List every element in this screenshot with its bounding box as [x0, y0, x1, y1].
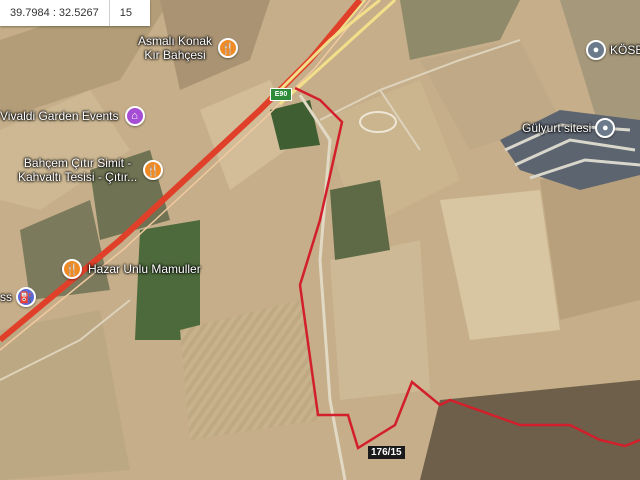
location-pin-icon[interactable]: ● — [586, 40, 606, 60]
parcel-label: 176/15 — [368, 446, 405, 459]
poi-label: KÖSE — [610, 43, 640, 57]
poi-kose[interactable]: ● KÖSE — [586, 40, 640, 60]
poi-bahcem-citir[interactable]: Bahçem Çıtır Simit - Kahvaltı Tesisi - Ç… — [18, 156, 164, 184]
event-venue-icon[interactable]: ⌂ — [124, 106, 145, 126]
poi-asmali-konak[interactable]: Asmalı Konak Kır Bahçesi 🍴 — [138, 34, 239, 62]
poi-gulyurt-sitesi[interactable]: Gülyurt sitesi ● — [522, 118, 616, 138]
satellite-map[interactable] — [0, 0, 640, 480]
poi-label: Bahçem Çıtır Simit - Kahvaltı Tesisi - Ç… — [18, 156, 137, 184]
coordinate-value: 39.7984 : 32.5267 — [10, 7, 99, 19]
location-pin-icon[interactable]: ● — [595, 118, 616, 138]
coordinate-readout: 39.7984 : 32.5267 15 — [0, 0, 150, 26]
poi-vivaldi-garden[interactable]: Vivaldi Garden Events ⌂ — [0, 106, 145, 126]
poi-gas-station[interactable]: ss ⛽ — [0, 287, 36, 307]
poi-label-line: Bahçem Çıtır Simit - — [23, 156, 132, 170]
poi-label: Gülyurt sitesi — [522, 121, 592, 135]
poi-label: Vivaldi Garden Events — [0, 109, 119, 123]
poi-hazar-unlu[interactable]: 🍴 Hazar Unlu Mamuller — [62, 259, 201, 279]
poi-label: Asmalı Konak Kır Bahçesi — [138, 34, 212, 62]
poi-label-line: Asmalı Konak — [138, 34, 213, 48]
gas-station-icon[interactable]: ⛽ — [16, 287, 36, 307]
road-shield: E90 — [270, 88, 292, 101]
poi-label-line: Kahvaltı Tesisi - Çıtır... — [18, 170, 138, 184]
zoom-level: 15 — [119, 7, 132, 19]
poi-label: ss — [0, 290, 12, 304]
restaurant-icon[interactable]: 🍴 — [62, 259, 82, 279]
poi-label: Hazar Unlu Mamuller — [88, 262, 201, 276]
restaurant-icon[interactable]: 🍴 — [218, 38, 239, 58]
restaurant-icon[interactable]: 🍴 — [143, 160, 164, 180]
poi-label-line: Kır Bahçesi — [144, 48, 206, 62]
